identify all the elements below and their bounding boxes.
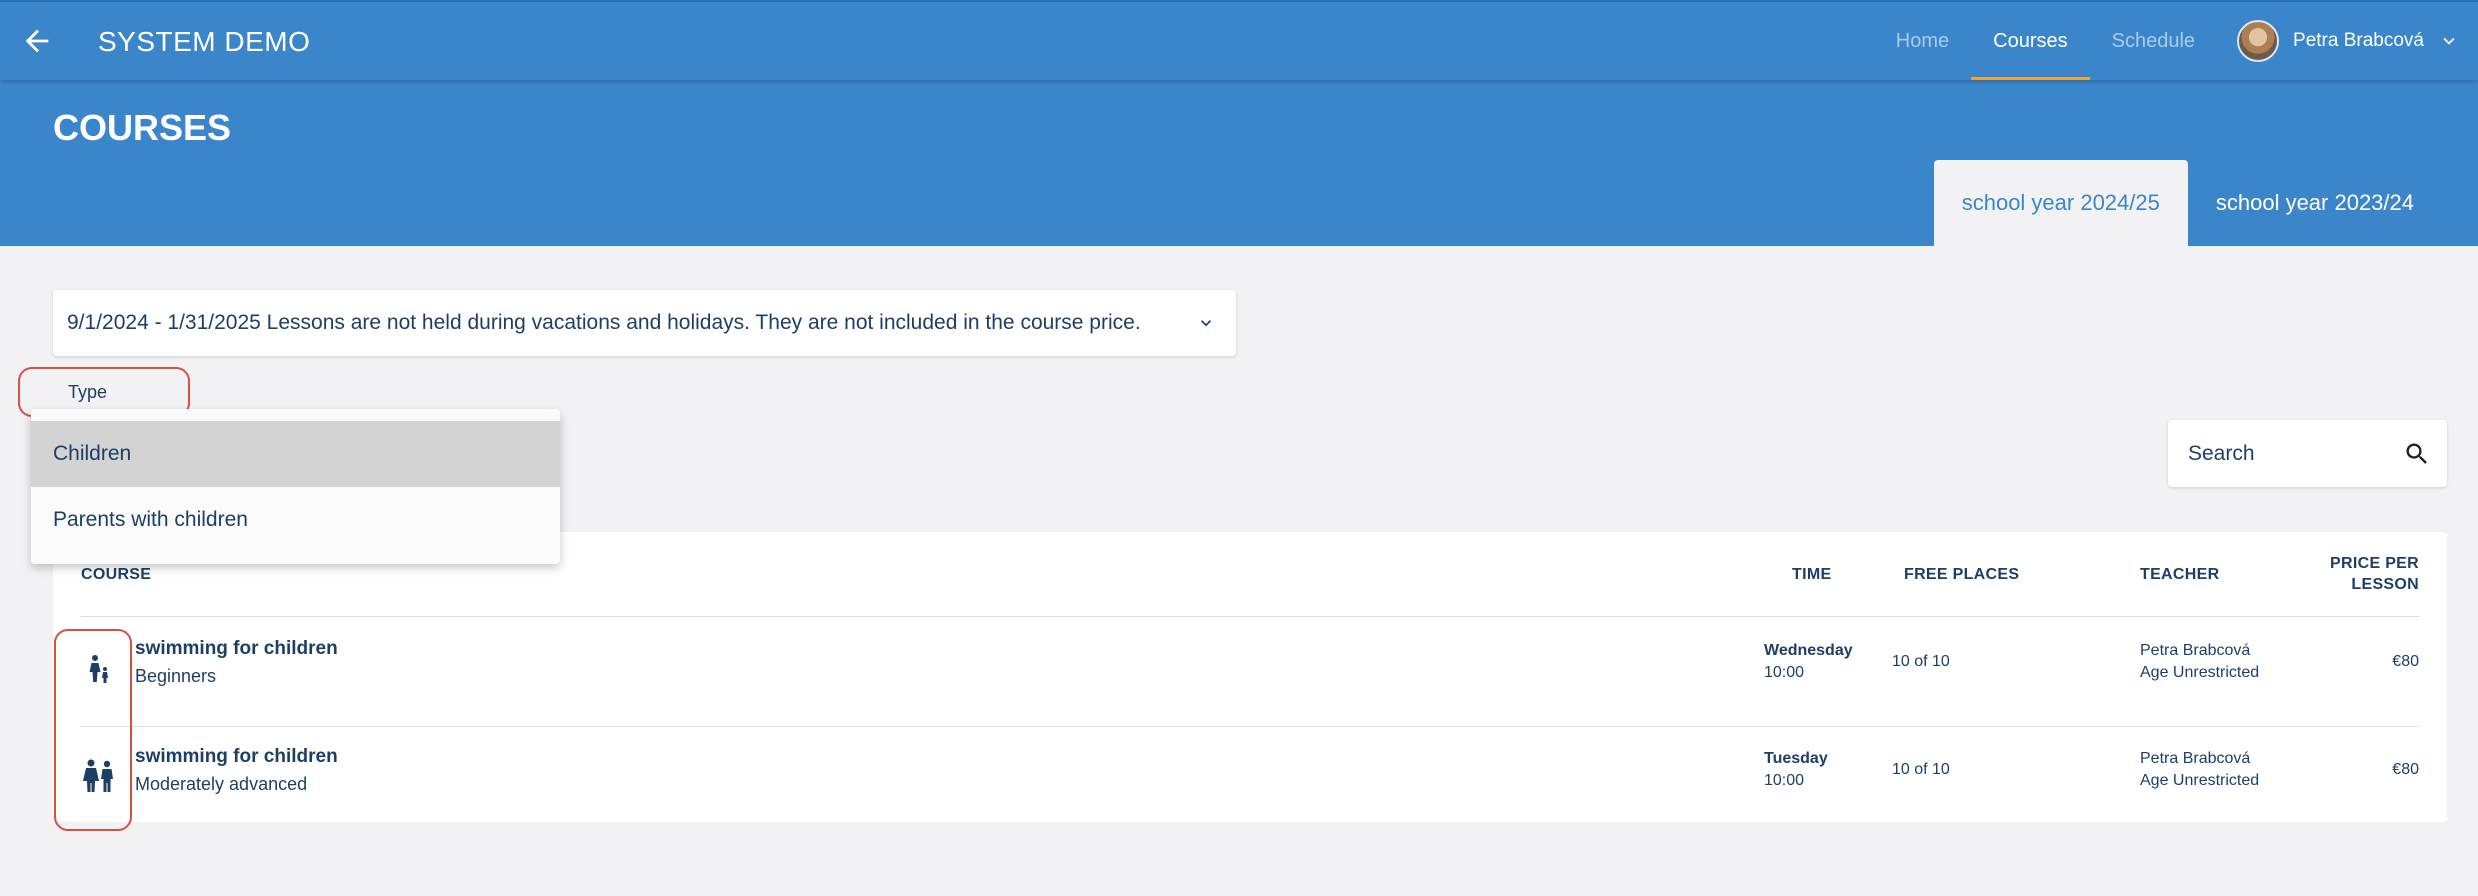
- page-title: COURSES: [53, 107, 232, 148]
- header-divider: [81, 616, 2419, 617]
- chevron-down-icon: [1201, 320, 1211, 327]
- arrow-left-icon[interactable]: [20, 24, 54, 58]
- course-time: 10:00: [1764, 664, 1805, 681]
- header-time: TIME: [1792, 566, 1832, 583]
- header-price-line2: LESSON: [2351, 576, 2419, 593]
- nav-schedule[interactable]: Schedule: [2090, 2, 2217, 80]
- main-nav: Home Courses Schedule Petra Brabcová: [1874, 2, 2478, 80]
- type-dropdown-menu: Children Parents with children: [31, 409, 560, 564]
- price: €80: [2392, 653, 2419, 670]
- search-input[interactable]: [2188, 441, 2378, 466]
- tab-school-year-2024-25[interactable]: school year 2024/25: [1933, 160, 2188, 246]
- app-bar: SYSTEM DEMO Home Courses Schedule Petra …: [0, 0, 2478, 80]
- type-label-text: Type: [68, 382, 108, 402]
- courses-table: COURSE TIME FREE PLACES TEACHER PRICE PE…: [53, 532, 2447, 822]
- header-course: COURSE: [81, 566, 152, 583]
- course-level: Beginners: [135, 666, 217, 686]
- chevron-down-icon: [2443, 37, 2455, 45]
- age-restriction: Age Unrestricted: [2140, 664, 2260, 681]
- teacher-name: Petra Brabcová: [2140, 750, 2251, 767]
- free-places: 10 of 10: [1892, 761, 1950, 778]
- page-header: COURSES school year 2024/25 school year …: [0, 80, 2478, 246]
- header-teacher: TEACHER: [2140, 566, 2220, 583]
- table-row[interactable]: swimming for children Moderately advance…: [53, 726, 2447, 834]
- nav-courses[interactable]: Courses: [1971, 2, 2091, 80]
- course-level: Moderately advanced: [135, 774, 308, 794]
- menu-item-children[interactable]: Children: [31, 421, 560, 487]
- course-name: swimming for children: [135, 746, 338, 767]
- user-menu[interactable]: Petra Brabcová: [2217, 2, 2478, 80]
- header-price-line1: PRICE PER: [2330, 555, 2419, 572]
- header-free-places: FREE PLACES: [1904, 566, 2020, 583]
- search-box: [2168, 420, 2447, 487]
- term-info-select[interactable]: 9/1/2024 - 1/31/2025 Lessons are not hel…: [53, 290, 1236, 356]
- price: €80: [2392, 761, 2419, 778]
- menu-item-parents-with-children[interactable]: Parents with children: [31, 487, 560, 553]
- tab-school-year-2023-24[interactable]: school year 2023/24: [2188, 160, 2442, 246]
- table-row[interactable]: swimming for children Beginners Wednesda…: [53, 618, 2447, 726]
- nav-home[interactable]: Home: [1874, 2, 1971, 80]
- teacher-name: Petra Brabcová: [2140, 642, 2251, 659]
- search-icon[interactable]: [2403, 440, 2431, 468]
- avatar: [2237, 20, 2280, 62]
- user-name: Petra Brabcová: [2293, 30, 2424, 51]
- school-year-tabs: school year 2024/25 school year 2023/24: [1933, 160, 2442, 246]
- course-name: swimming for children: [135, 638, 338, 659]
- course-day: Tuesday: [1764, 750, 1828, 767]
- app-title: SYSTEM DEMO: [98, 26, 311, 57]
- free-places: 10 of 10: [1892, 653, 1950, 670]
- course-day: Wednesday: [1764, 642, 1853, 659]
- age-restriction: Age Unrestricted: [2140, 772, 2260, 789]
- icons-highlight-outline: [54, 629, 132, 831]
- header-price: PRICE PER LESSON: [2330, 555, 2419, 594]
- term-info-text: 9/1/2024 - 1/31/2025 Lessons are not hel…: [67, 311, 1141, 334]
- course-time: 10:00: [1764, 772, 1805, 789]
